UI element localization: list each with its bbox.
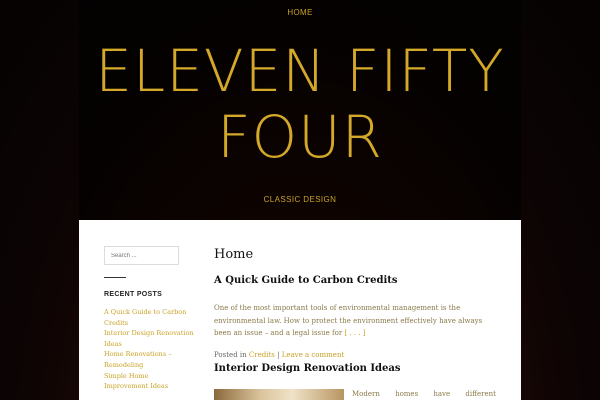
post-title-link[interactable]: Interior Design Renovation Ideas <box>214 363 401 374</box>
recent-posts-heading: RECENT POSTS <box>104 291 163 298</box>
site-tagline: CLASSIC DESIGN <box>263 195 337 204</box>
post-thumbnail[interactable] <box>214 389 344 400</box>
recent-post-link[interactable]: Interior Design Renovation Ideas <box>104 328 194 349</box>
site-title[interactable]: ELEVEN FIFTY FOUR <box>79 38 521 170</box>
recent-posts-list: A Quick Guide to Carbon Credits Interior… <box>104 307 194 392</box>
post-title-link[interactable]: A Quick Guide to Carbon Credits <box>214 275 398 286</box>
post-meta: Posted in Credits | Leave a comment <box>214 351 344 359</box>
leave-comment-link[interactable]: Leave a comment <box>282 351 345 359</box>
recent-post-link[interactable]: Home Renovations – Remodeling <box>104 349 194 370</box>
top-navigation: HOME <box>0 0 600 20</box>
post-excerpt: Modern homes have different designs <box>352 390 496 398</box>
sidebar-divider <box>104 277 126 278</box>
post-excerpt: One of the most important tools of envir… <box>214 302 496 340</box>
recent-post-link[interactable]: A Quick Guide to Carbon Credits <box>104 307 194 328</box>
meta-separator: | <box>277 351 280 359</box>
search-input[interactable] <box>104 246 179 265</box>
content-area: RECENT POSTS A Quick Guide to Carbon Cre… <box>79 220 521 400</box>
category-link[interactable]: Credits <box>249 351 275 359</box>
posted-in-label: Posted in <box>214 351 247 359</box>
recent-post-link[interactable]: Simple Home Improvement Ideas <box>104 371 194 392</box>
page-title: Home <box>214 247 254 262</box>
nav-home-link[interactable]: HOME <box>287 8 312 17</box>
read-more-link[interactable]: [ . . . ] <box>344 329 365 337</box>
